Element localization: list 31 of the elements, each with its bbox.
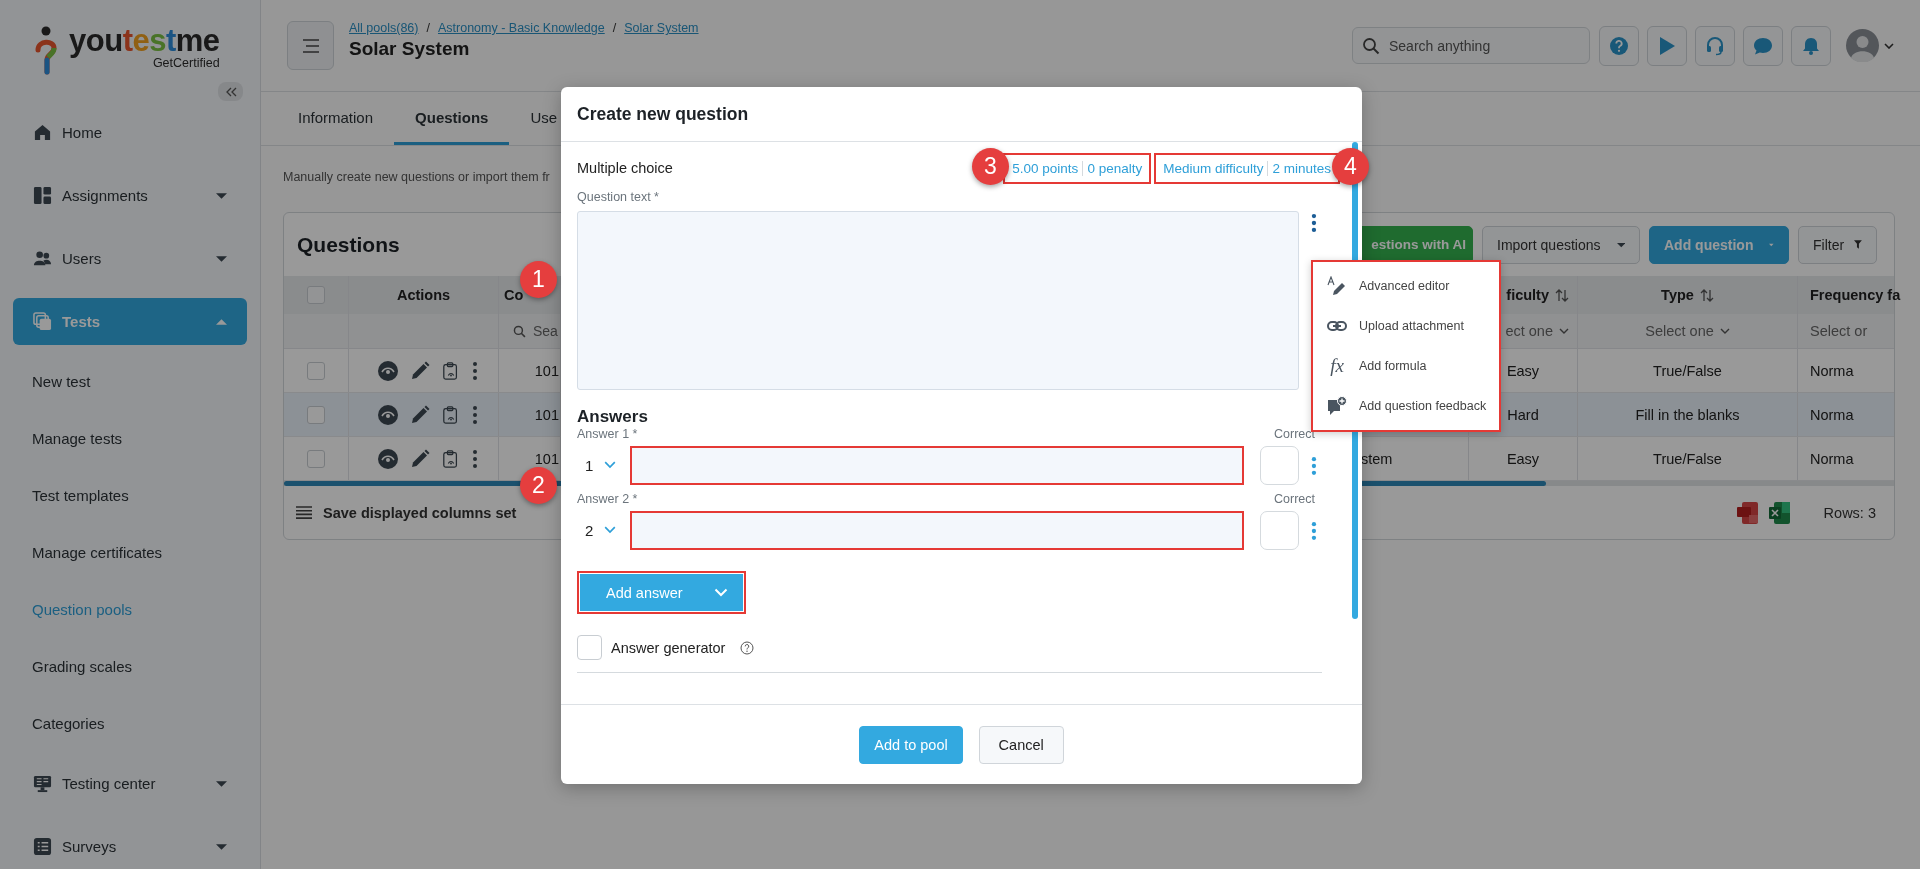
field-label: Correct: [1274, 492, 1315, 508]
logo-tagline: GetCertified: [152, 56, 220, 70]
description-text: Manually create new questions or import them fr: [283, 170, 550, 184]
checkbox-label: Answer generator: [611, 639, 726, 656]
table-cell: Norma: [1810, 406, 1854, 423]
breadcrumb-separator: /: [426, 21, 430, 35]
table-cell: Hard: [1507, 406, 1539, 423]
table-cell: stem: [1361, 450, 1393, 467]
table-cell: Norma: [1810, 450, 1854, 467]
dialog-title: Create new question: [561, 87, 1362, 142]
table-cell: Easy: [1506, 450, 1540, 467]
breadcrumb-separator: /: [612, 21, 617, 35]
page-title: Solar System: [349, 38, 471, 60]
field-label: Correct: [1274, 427, 1315, 443]
table-cell: True/False: [1653, 450, 1722, 467]
table-cell: True/False: [1653, 362, 1722, 379]
row-count: Rows: 3: [1823, 504, 1876, 521]
table-cell: 101: [534, 362, 559, 379]
section-heading: Answers: [577, 407, 649, 427]
table-cell: 101: [534, 406, 559, 423]
table-cell: 101: [534, 450, 559, 467]
field-label: Answer 1 *: [577, 427, 638, 443]
field-label: Question text *: [577, 190, 660, 206]
table-cell: Easy: [1506, 362, 1540, 379]
formula-icon: fx: [1327, 355, 1347, 377]
logo-wordmark: youtestme: [69, 26, 220, 56]
table-cell: Norma: [1810, 362, 1854, 379]
question-type: Multiple choice: [577, 160, 673, 176]
card-title: Questions: [297, 232, 400, 257]
field-label: Answer 2 *: [577, 492, 638, 508]
table-cell: Fill in the blanks: [1635, 406, 1740, 423]
